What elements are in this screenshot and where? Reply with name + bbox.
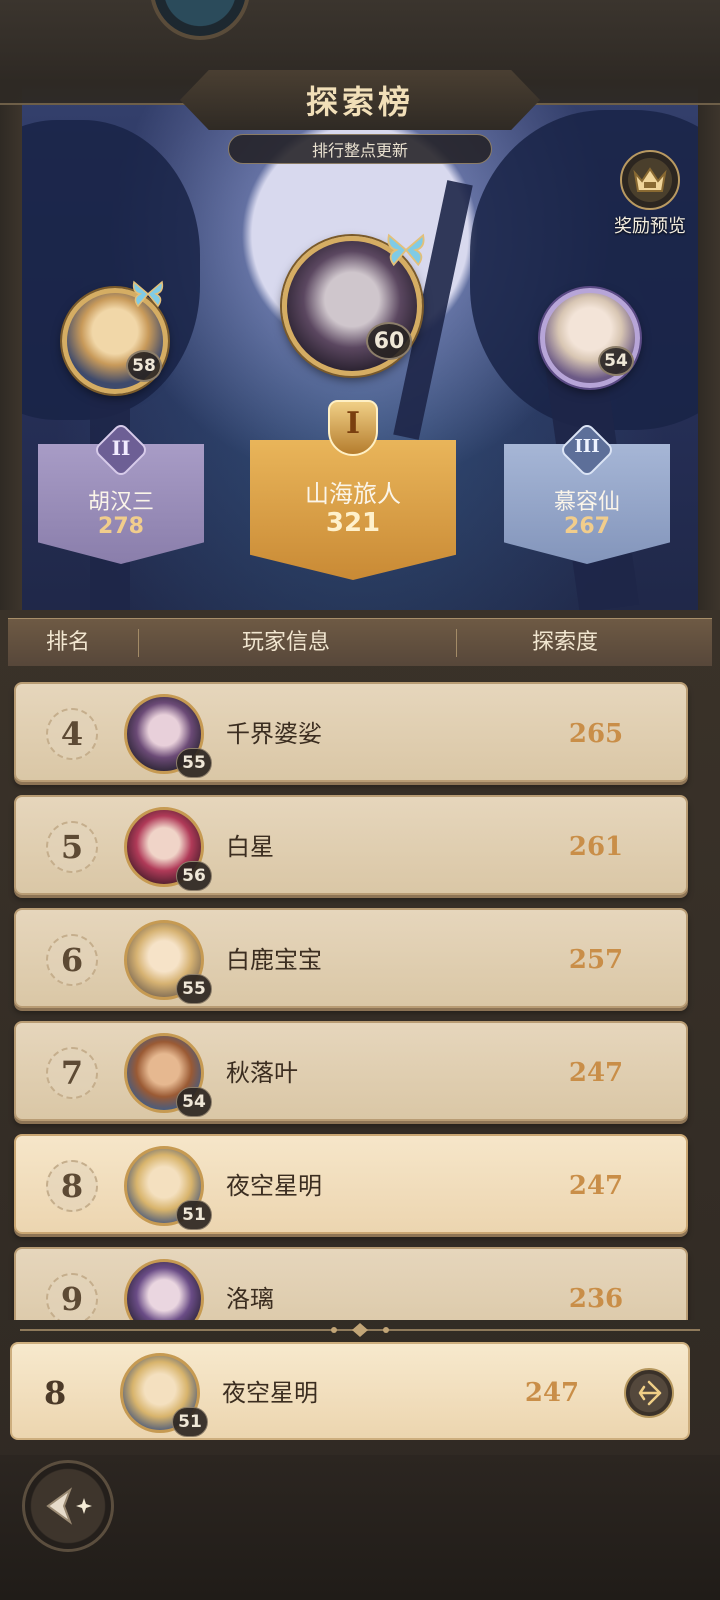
- level-badge: 51: [176, 1200, 212, 1230]
- third-place-name: 慕容仙: [553, 490, 620, 515]
- table-header: 排名 玩家信息 探索度: [8, 618, 712, 666]
- player-name: 白星: [226, 833, 274, 861]
- exploration-score: 257: [568, 945, 624, 975]
- my-ranking-row[interactable]: 8 51 夜空星明 247: [10, 1342, 690, 1440]
- rank-number: 6: [46, 934, 98, 986]
- my-rank-number: 8: [44, 1374, 67, 1412]
- header-divider: [456, 629, 457, 657]
- rank-number: 9: [46, 1273, 98, 1320]
- player-name: 秋落叶: [226, 1059, 298, 1087]
- crown-icon: [620, 150, 680, 210]
- level-badge: 56: [176, 861, 212, 891]
- avatar: 55: [124, 694, 212, 778]
- first-place-level: 60: [366, 322, 412, 360]
- list-item[interactable]: 4 55 千界婆娑 265: [14, 682, 688, 782]
- update-notice: 排行整点更新: [228, 134, 492, 164]
- rank-two-numeral: II: [111, 436, 131, 460]
- third-place-level: 54: [598, 346, 634, 376]
- exploration-score: 236: [568, 1284, 624, 1314]
- exploration-score: 261: [568, 832, 624, 862]
- level-badge: 55: [176, 974, 212, 1004]
- back-arrow-icon: [46, 1487, 92, 1525]
- avatar: 51: [124, 1146, 212, 1230]
- butterfly-icon: [132, 280, 164, 308]
- list-item[interactable]: 7 54 秋落叶 247: [14, 1021, 688, 1121]
- rank-three-numeral: III: [574, 436, 600, 457]
- divider-ornament: [20, 1323, 700, 1337]
- first-place-name: 山海旅人: [305, 480, 401, 508]
- my-level-badge: 51: [172, 1407, 208, 1437]
- exploration-score: 247: [568, 1058, 624, 1088]
- update-notice-text: 排行整点更新: [311, 141, 408, 160]
- first-place-podium: I 山海旅人 321: [250, 400, 456, 580]
- rank-number: 5: [46, 821, 98, 873]
- first-place-score: 321: [325, 508, 381, 538]
- player-name: 洛璃: [226, 1285, 274, 1313]
- list-item[interactable]: 9 洛璃 236: [14, 1247, 688, 1320]
- header-divider: [138, 629, 139, 657]
- level-badge: 55: [176, 748, 212, 778]
- second-place-podium: II 胡汉三 278: [38, 421, 204, 564]
- second-place-name: 胡汉三: [87, 490, 154, 515]
- column-header-rank: 排名: [46, 630, 91, 655]
- rank-number: 7: [46, 1047, 98, 1099]
- player-name: 白鹿宝宝: [226, 946, 322, 974]
- level-badge: 54: [176, 1087, 212, 1117]
- second-place-level: 58: [126, 350, 162, 382]
- player-name: 夜空星明: [226, 1172, 322, 1200]
- back-button[interactable]: [22, 1460, 114, 1552]
- second-place-score: 278: [98, 514, 144, 539]
- rank-number: 8: [46, 1160, 98, 1212]
- avatar: 56: [124, 807, 212, 891]
- rank-one-numeral: I: [345, 406, 361, 441]
- third-place-score: 267: [564, 514, 610, 539]
- avatar: [124, 1259, 204, 1320]
- butterfly-icon: [387, 233, 425, 267]
- reward-preview-label: 奖励预览: [614, 216, 686, 237]
- exploration-score: 247: [568, 1171, 624, 1201]
- list-item[interactable]: 5 56 白星 261: [14, 795, 688, 895]
- exploration-score: 265: [568, 719, 624, 749]
- rank-number: 4: [46, 708, 98, 760]
- reward-preview-button[interactable]: 奖励预览: [600, 150, 700, 238]
- list-item-current-player[interactable]: 8 51 夜空星明 247: [14, 1134, 688, 1234]
- player-name: 千界婆娑: [226, 720, 322, 748]
- page-title: 探索榜: [305, 83, 414, 121]
- third-place-podium: III 慕容仙 267: [504, 421, 670, 564]
- my-avatar: 51: [120, 1353, 208, 1437]
- avatar: 54: [124, 1033, 212, 1117]
- locate-self-button[interactable]: [624, 1368, 674, 1418]
- locate-arrow-icon: [638, 1380, 662, 1406]
- ranking-list[interactable]: 4 55 千界婆娑 265 5 56 白星 261 6 55 白鹿宝宝 257 …: [8, 672, 712, 1320]
- column-header-player: 玩家信息: [242, 630, 331, 655]
- list-item[interactable]: 6 55 白鹿宝宝 257: [14, 908, 688, 1008]
- avatar: 55: [124, 920, 212, 1004]
- my-exploration-score: 247: [524, 1378, 580, 1408]
- column-header-score: 探索度: [532, 630, 599, 655]
- title-plaque: 探索榜: [180, 70, 540, 130]
- my-player-name: 夜空星明: [222, 1379, 318, 1407]
